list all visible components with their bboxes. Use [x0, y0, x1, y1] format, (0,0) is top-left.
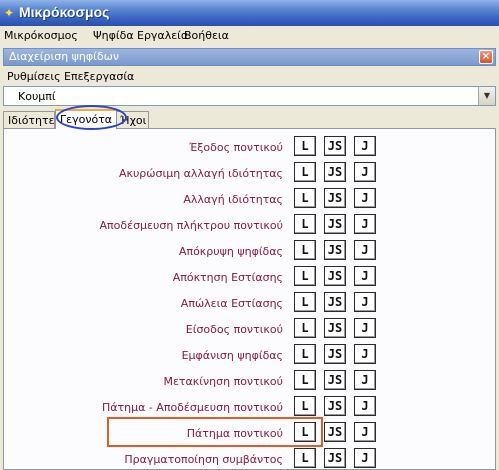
javascript-button[interactable]: JS — [324, 448, 346, 468]
javascript-button[interactable]: JS — [324, 240, 346, 260]
event-row: Αποδέσμευση πλήκτρου ποντικού L JS J — [4, 213, 495, 239]
logo-script-button[interactable]: L — [294, 448, 316, 468]
event-label: Ακυρώσιμη αλλαγή ιδιότητας — [118, 167, 283, 180]
javascript-button[interactable]: JS — [324, 396, 346, 416]
events-panel: Έξοδος ποντικού L JS J Ακυρώσιμη αλλαγή … — [3, 128, 496, 470]
java-button[interactable]: J — [354, 240, 376, 260]
java-button[interactable]: J — [354, 344, 376, 364]
event-row: Αλλαγή ιδιότητας L JS J — [4, 187, 495, 213]
event-row: Πάτημα - Αποδέσμευση ποντικού L JS J — [4, 395, 495, 421]
object-select[interactable]: Κουμπί ▼ — [3, 86, 496, 106]
menu-psifida[interactable]: Ψηφίδα — [93, 29, 134, 42]
logo-script-button[interactable]: L — [294, 422, 316, 442]
event-label: Πραγματοποίηση συμβάντος — [124, 453, 283, 466]
object-select-value: Κουμπί — [18, 90, 56, 103]
panel-submenu: Ρυθμίσεις Επεξεργασία — [3, 66, 496, 86]
event-label: Εμφάνιση ψηφίδας — [181, 349, 283, 362]
tab-events[interactable]: Γεγονότα — [55, 109, 117, 129]
java-button[interactable]: J — [354, 292, 376, 312]
javascript-button[interactable]: JS — [324, 318, 346, 338]
event-label: Πάτημα - Αποδέσμευση ποντικού — [101, 401, 283, 414]
java-button[interactable]: J — [354, 396, 376, 416]
javascript-button[interactable]: JS — [324, 344, 346, 364]
logo-script-button[interactable]: L — [294, 162, 316, 182]
menu-ergaleia[interactable]: Εργαλεία — [137, 29, 188, 42]
logo-script-button[interactable]: L — [294, 188, 316, 208]
event-row: Εμφάνιση ψηφίδας L JS J — [4, 343, 495, 369]
java-button[interactable]: J — [354, 370, 376, 390]
javascript-button[interactable]: JS — [324, 136, 346, 156]
menu-voitheia[interactable]: Βοήθεια — [184, 29, 229, 42]
logo-script-button[interactable]: L — [294, 266, 316, 286]
tab-properties[interactable]: Ιδιότητες — [3, 111, 61, 129]
menu-mikrokosmos[interactable]: Μικρόκοσμος — [4, 29, 78, 42]
javascript-button[interactable]: JS — [324, 188, 346, 208]
title-bar: ✦ Μικρόκοσμος — [0, 0, 499, 26]
event-row: Πραγματοποίηση συμβάντος L JS J — [4, 447, 495, 470]
java-button[interactable]: J — [354, 136, 376, 156]
tab-sounds[interactable]: Ήχοι — [115, 111, 149, 129]
logo-script-button[interactable]: L — [294, 214, 316, 234]
javascript-button[interactable]: JS — [324, 162, 346, 182]
logo-script-button[interactable]: L — [294, 370, 316, 390]
javascript-button[interactable]: JS — [324, 422, 346, 442]
event-label: Είσοδος ποντικού — [185, 323, 283, 336]
java-button[interactable]: J — [354, 162, 376, 182]
panel-title-bar: Διαχείριση ψηφίδων × — [3, 48, 496, 66]
event-row: Απόκτηση Εστίασης L JS J — [4, 265, 495, 291]
event-label: Αλλαγή ιδιότητας — [183, 193, 283, 206]
tab-strip: Ιδιότητες Ήχοι Γεγονότα — [3, 105, 496, 130]
event-label: Απόκρυψη ψηφίδας — [178, 245, 283, 258]
logo-script-button[interactable]: L — [294, 318, 316, 338]
javascript-button[interactable]: JS — [324, 292, 346, 312]
event-label: Πάτημα ποντικού — [186, 427, 283, 440]
java-button[interactable]: J — [354, 318, 376, 338]
javascript-button[interactable]: JS — [324, 214, 346, 234]
event-label: Απώλεια Εστίασης — [180, 297, 283, 310]
javascript-button[interactable]: JS — [324, 266, 346, 286]
event-row: Πάτημα ποντικού L JS J — [4, 421, 495, 447]
java-button[interactable]: J — [354, 214, 376, 234]
event-row: Ακυρώσιμη αλλαγή ιδιότητας L JS J — [4, 161, 495, 187]
event-row: Έξοδος ποντικού L JS J — [4, 135, 495, 161]
javascript-button[interactable]: JS — [324, 370, 346, 390]
event-row: Μετακίνηση ποντικού L JS J — [4, 369, 495, 395]
close-icon[interactable]: × — [479, 50, 493, 64]
event-label: Αποδέσμευση πλήκτρου ποντικού — [99, 219, 283, 232]
logo-script-button[interactable]: L — [294, 396, 316, 416]
menu-bar: Μικρόκοσμος Ψηφίδα Εργαλεία Βοήθεια — [0, 26, 499, 45]
event-row: Είσοδος ποντικού L JS J — [4, 317, 495, 343]
logo-script-button[interactable]: L — [294, 240, 316, 260]
logo-script-button[interactable]: L — [294, 344, 316, 364]
event-row: Απόκρυψη ψηφίδας L JS J — [4, 239, 495, 265]
java-button[interactable]: J — [354, 266, 376, 286]
event-label: Μετακίνηση ποντικού — [163, 375, 284, 388]
chevron-down-icon[interactable]: ▼ — [478, 87, 495, 105]
menu-epexergasia[interactable]: Επεξεργασία — [64, 70, 134, 83]
window-title: Μικρόκοσμος — [19, 4, 110, 20]
panel-title: Διαχείριση ψηφίδων — [9, 50, 119, 63]
logo-script-button[interactable]: L — [294, 292, 316, 312]
event-label: Απόκτηση Εστίασης — [172, 271, 283, 284]
java-button[interactable]: J — [354, 422, 376, 442]
event-row: Απώλεια Εστίασης L JS J — [4, 291, 495, 317]
event-label: Έξοδος ποντικού — [189, 141, 283, 154]
logo-script-button[interactable]: L — [294, 136, 316, 156]
app-star-icon: ✦ — [4, 6, 15, 20]
menu-rythmiseis[interactable]: Ρυθμίσεις — [7, 70, 61, 83]
java-button[interactable]: J — [354, 448, 376, 468]
java-button[interactable]: J — [354, 188, 376, 208]
